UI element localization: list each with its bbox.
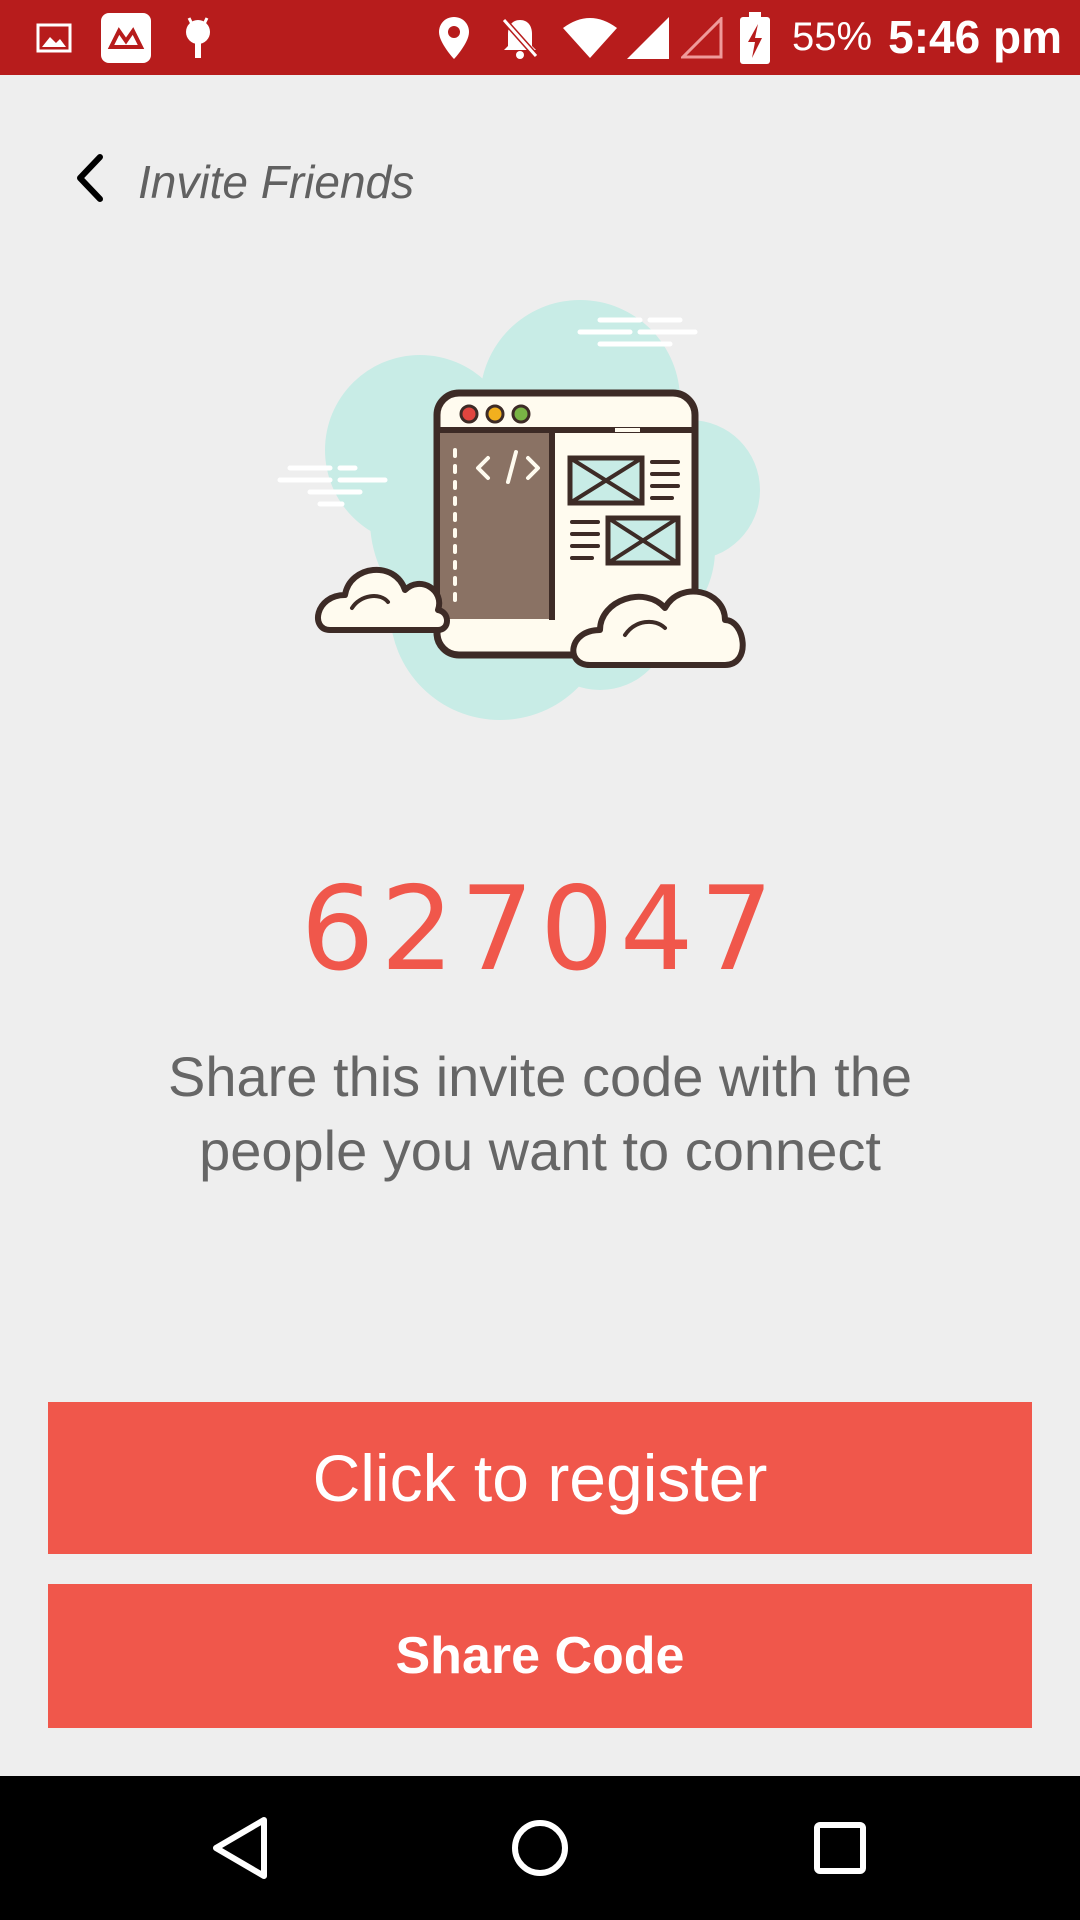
battery-percent: 55% [792,15,873,59]
page-title: Invite Friends [138,156,415,208]
signal-empty-icon [680,0,724,75]
clock: 5:46 pm [888,11,1062,63]
web-browser-cloud-illustration [270,290,790,730]
invite-code: 627047 [300,862,780,997]
app-logo-icon [100,0,152,75]
back-icon[interactable] [190,1798,290,1898]
chevron-left-icon [74,153,106,208]
image-icon [34,0,74,75]
invite-description: Share this invite code with the people y… [168,1045,912,1182]
share-code-button[interactable]: Share Code [48,1584,1032,1728]
android-debug-icon [178,0,218,75]
signal-icon [626,0,670,75]
header: Invite Friends [0,75,1080,265]
location-icon [436,0,472,75]
back-button[interactable] [60,135,120,225]
register-button[interactable]: Click to register [48,1402,1032,1554]
navigation-bar [0,1776,1080,1920]
battery-charging-icon [738,0,772,75]
wifi-icon [562,0,618,75]
recents-icon[interactable] [790,1798,890,1898]
status-bar: 55% 5:46 pm [0,0,1080,75]
notifications-off-icon [498,0,542,75]
home-icon[interactable] [490,1798,590,1898]
